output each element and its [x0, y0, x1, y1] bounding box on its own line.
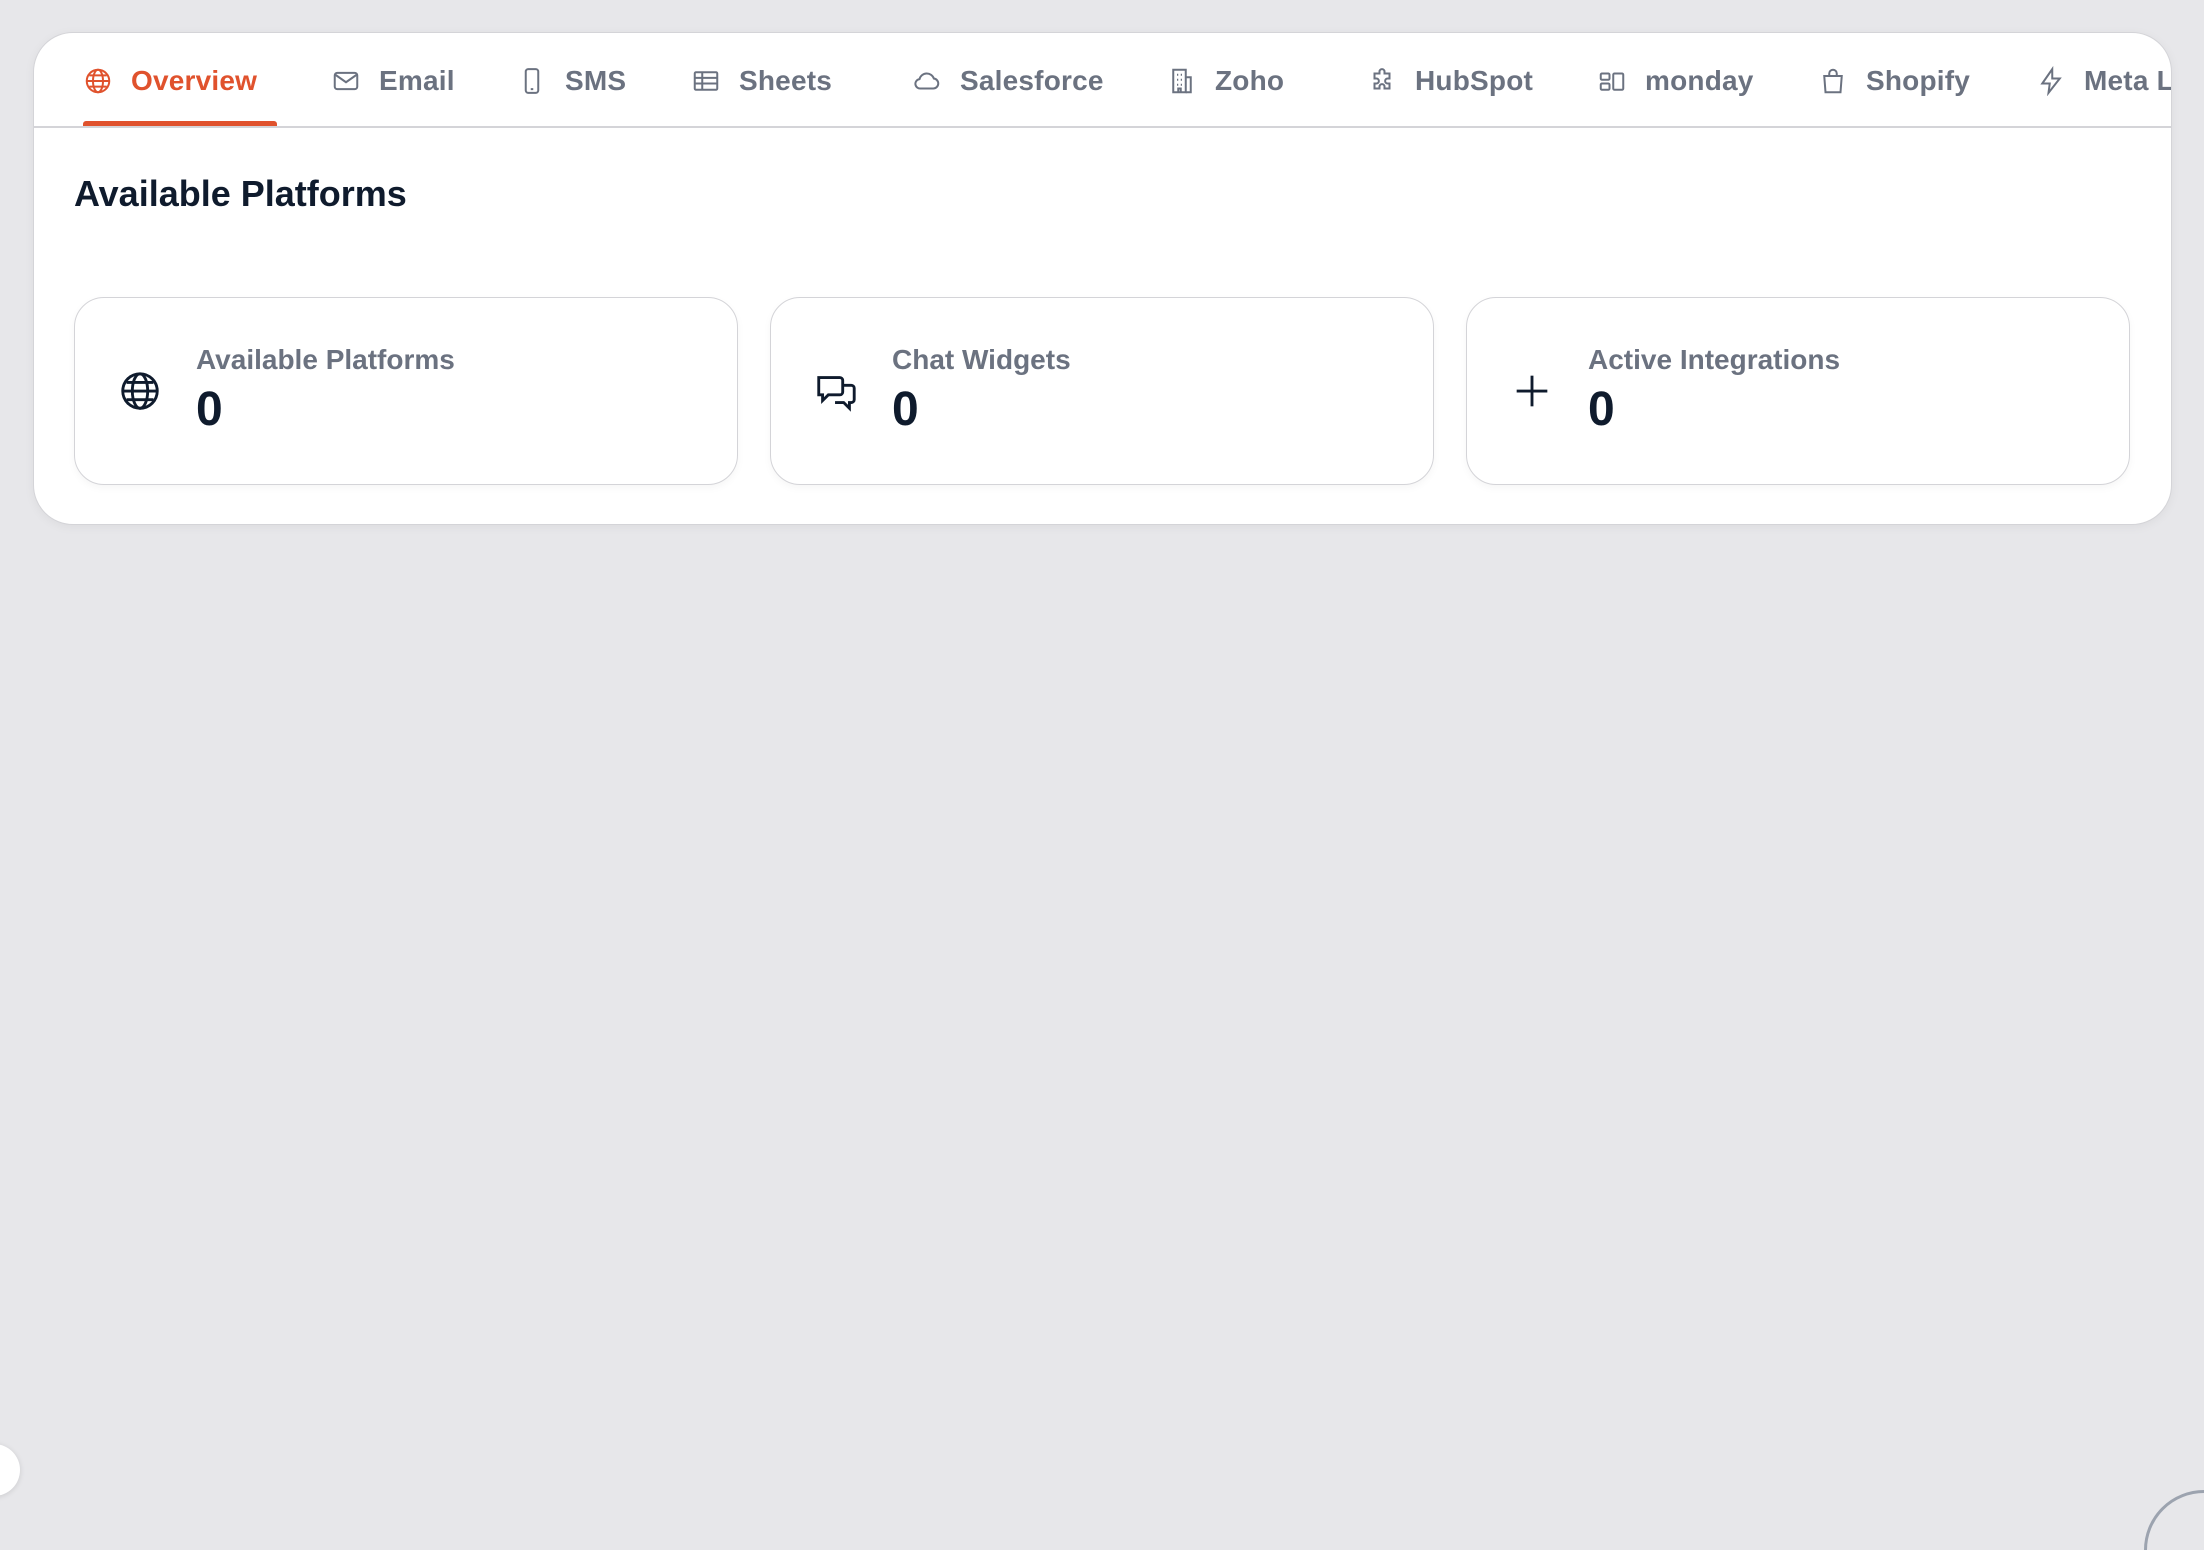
board-icon [1597, 66, 1627, 96]
tab-shopify[interactable]: Shopify [1818, 33, 1971, 126]
tab-label: monday [1645, 64, 1754, 96]
tab-label: HubSpot [1415, 64, 1534, 96]
globe-icon [83, 66, 113, 96]
tab-salesforce[interactable]: Salesforce [912, 33, 1104, 126]
table-icon [691, 66, 721, 96]
active-tab-indicator [83, 121, 277, 126]
plus-icon [1509, 368, 1555, 414]
stat-card-available-platforms: Available Platforms 0 [74, 297, 738, 485]
tab-monday[interactable]: monday [1597, 33, 1754, 126]
mail-icon [331, 66, 361, 96]
tab-meta-leads[interactable]: Meta Lea [2036, 33, 2171, 126]
tab-label: Email [379, 64, 455, 96]
lightning-icon [2036, 65, 2066, 96]
globe-icon [117, 368, 163, 414]
corner-decoration [2144, 1490, 2204, 1550]
integrations-panel: Overview Email SMS Sheets Salesforce Zoh… [33, 32, 2172, 525]
tab-label: Meta Lea [2084, 64, 2171, 96]
page: Overview Email SMS Sheets Salesforce Zoh… [0, 0, 2204, 1550]
tab-overview[interactable]: Overview [83, 33, 258, 126]
stat-label: Chat Widgets [892, 344, 1071, 375]
stat-card-active-integrations: Active Integrations 0 [1466, 297, 2130, 485]
tab-hubspot[interactable]: HubSpot [1367, 33, 1534, 126]
stat-label: Active Integrations [1588, 344, 1841, 375]
page-title: Available Platforms [74, 173, 407, 214]
tab-sheets[interactable]: Sheets [691, 33, 833, 126]
tab-bar: Overview Email SMS Sheets Salesforce Zoh… [34, 33, 2171, 128]
stat-value: 0 [196, 383, 223, 436]
tab-label: Zoho [1215, 64, 1285, 96]
shopping-bag-icon [1818, 66, 1848, 96]
tab-sms[interactable]: SMS [517, 33, 627, 126]
phone-icon [517, 66, 547, 96]
tab-label: Salesforce [960, 64, 1104, 96]
cloud-icon [912, 66, 942, 96]
stat-card-chat-widgets: Chat Widgets 0 [770, 297, 1434, 485]
tab-label: Sheets [739, 64, 833, 96]
tab-label: Shopify [1866, 64, 1971, 96]
tab-zoho[interactable]: Zoho [1167, 33, 1285, 126]
building-icon [1167, 66, 1197, 96]
stat-label: Available Platforms [196, 344, 455, 375]
stat-value: 0 [892, 383, 919, 436]
tab-email[interactable]: Email [331, 33, 455, 126]
chat-bubbles-icon [813, 368, 859, 414]
puzzle-icon [1367, 66, 1397, 96]
stat-value: 0 [1588, 383, 1615, 436]
side-handle[interactable] [0, 1444, 20, 1496]
tab-label: Overview [131, 64, 258, 96]
tab-label: SMS [565, 64, 627, 96]
